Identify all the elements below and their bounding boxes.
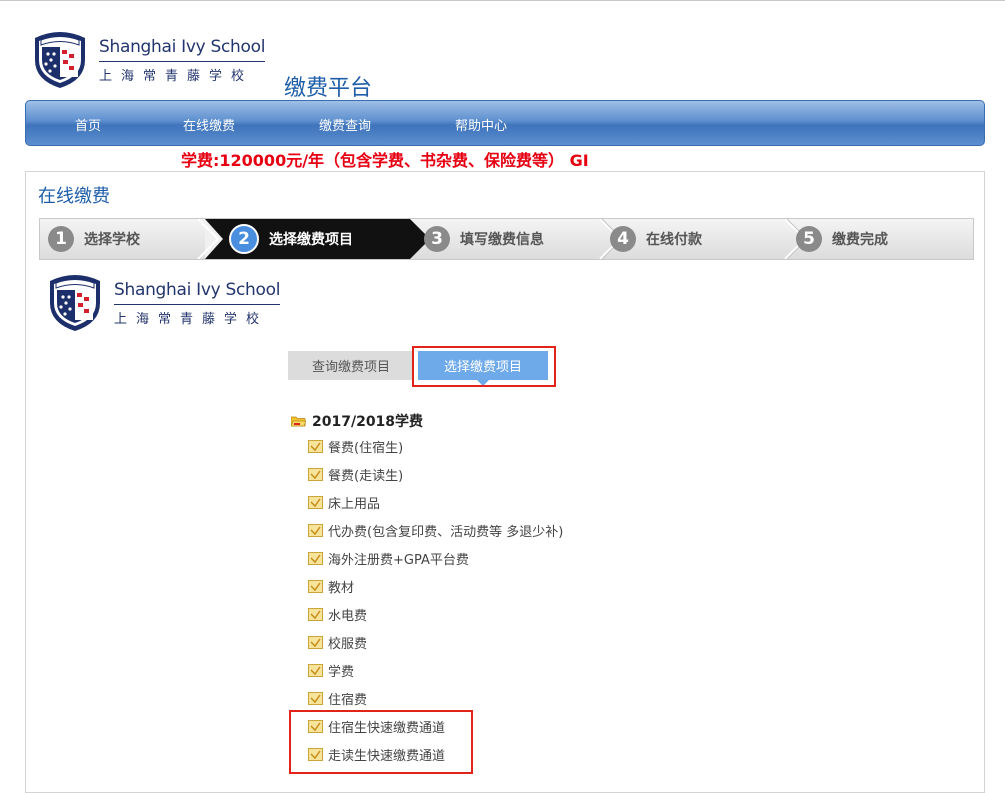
leaf-node-icon [308, 636, 323, 649]
step-3-number: 3 [424, 226, 450, 252]
logo-chinese-name: 上海常青藤学校 [114, 303, 281, 327]
tree-item-label: 餐费(走读生) [328, 469, 404, 484]
tree-item-label: 床上用品 [328, 497, 381, 512]
step-4-label: 在线付款 [646, 232, 702, 248]
step-5-label: 缴费完成 [832, 232, 888, 248]
leaf-node-icon [308, 496, 323, 509]
tree-root-year[interactable]: 2017/2018学费 [291, 411, 423, 431]
tree-item-label: 海外注册费+GPA平台费 [328, 553, 469, 568]
nav-item-online-payment[interactable]: 在线缴费 [183, 115, 235, 134]
step-1-label: 选择学校 [84, 232, 140, 248]
leaf-node-icon [308, 524, 323, 537]
tree-root-label: 2017/2018学费 [312, 414, 424, 430]
logo-chinese-name: 上海常青藤学校 [99, 60, 266, 84]
tab-query-payment-items[interactable]: 查询缴费项目 [288, 351, 414, 380]
step-5: 5 缴费完成 [796, 219, 888, 259]
tree-item[interactable]: 海外注册费+GPA平台费 [308, 549, 469, 568]
top-border [0, 0, 1005, 1]
tree-item[interactable]: 餐费(住宿生) [308, 437, 403, 456]
step-2: 2 选择缴费项目 [229, 219, 353, 259]
step-2-label: 选择缴费项目 [269, 232, 353, 248]
nav-item-home[interactable]: 首页 [75, 115, 101, 134]
nav-item-help-center[interactable]: 帮助中心 [455, 115, 507, 134]
leaf-node-icon [308, 608, 323, 621]
tree-item-label: 代办费(包含复印费、活动费等 多退少补) [328, 525, 564, 540]
main-navbar: 首页 在线缴费 缴费查询 帮助中心 [25, 100, 985, 146]
tree-item[interactable]: 床上用品 [308, 493, 380, 512]
step-1: 1 选择学校 [48, 219, 140, 259]
school-logo[interactable]: Shanghai Ivy School 上海常青藤学校 [31, 30, 265, 90]
tree-item-label: 餐费(住宿生) [328, 441, 404, 456]
tree-item-label: 教材 [328, 581, 355, 596]
leaf-node-icon [308, 552, 323, 565]
step-3-label: 填写缴费信息 [460, 232, 544, 248]
leaf-node-icon [308, 468, 323, 481]
panel-title: 在线缴费 [38, 186, 110, 207]
platform-title: 缴费平台 [284, 76, 373, 101]
step-3: 3 填写缴费信息 [424, 219, 544, 259]
ivy-shield-icon [35, 32, 85, 88]
step-2-number: 2 [229, 224, 259, 254]
tree-item-label: 学费 [328, 665, 355, 680]
nav-item-payment-query[interactable]: 缴费查询 [319, 115, 371, 134]
tree-item[interactable]: 教材 [308, 577, 354, 596]
highlight-box-active-tab [412, 346, 556, 387]
tree-item-label: 住宿费 [328, 693, 368, 708]
leaf-node-icon [308, 692, 323, 705]
leaf-node-icon [308, 580, 323, 593]
tree-item[interactable]: 代办费(包含复印费、活动费等 多退少补) [308, 521, 563, 540]
tree-item[interactable]: 校服费 [308, 633, 367, 652]
payment-panel: 在线缴费 1 选择学校 2 选择缴费项目 3 填写缴费信息 4 在线付款 5 缴… [25, 171, 985, 793]
step-4: 4 在线付款 [610, 219, 702, 259]
tree-item-label: 水电费 [328, 609, 368, 624]
highlight-box-fast-channels [289, 710, 473, 774]
leaf-node-icon [308, 440, 323, 453]
logo-english-name: Shanghai Ivy School [114, 279, 281, 300]
leaf-node-icon [308, 664, 323, 677]
step-1-number: 1 [48, 226, 74, 252]
tree-item-label: 校服费 [328, 637, 368, 652]
folder-open-icon [291, 416, 306, 427]
fee-notice-marquee: 学费:120000元/年（包含学费、书杂费、保险费等） GI [181, 151, 589, 170]
step-progress-bar: 1 选择学校 2 选择缴费项目 3 填写缴费信息 4 在线付款 5 缴费完成 [39, 218, 974, 260]
selected-school-logo: Shanghai Ivy School 上海常青藤学校 [46, 273, 280, 333]
tree-item[interactable]: 餐费(走读生) [308, 465, 403, 484]
logo-english-name: Shanghai Ivy School [99, 36, 266, 57]
tree-item[interactable]: 水电费 [308, 605, 367, 624]
tree-item[interactable]: 住宿费 [308, 689, 367, 708]
tree-item[interactable]: 学费 [308, 661, 354, 680]
ivy-shield-icon [50, 275, 100, 331]
step-5-number: 5 [796, 226, 822, 252]
step-4-number: 4 [610, 226, 636, 252]
